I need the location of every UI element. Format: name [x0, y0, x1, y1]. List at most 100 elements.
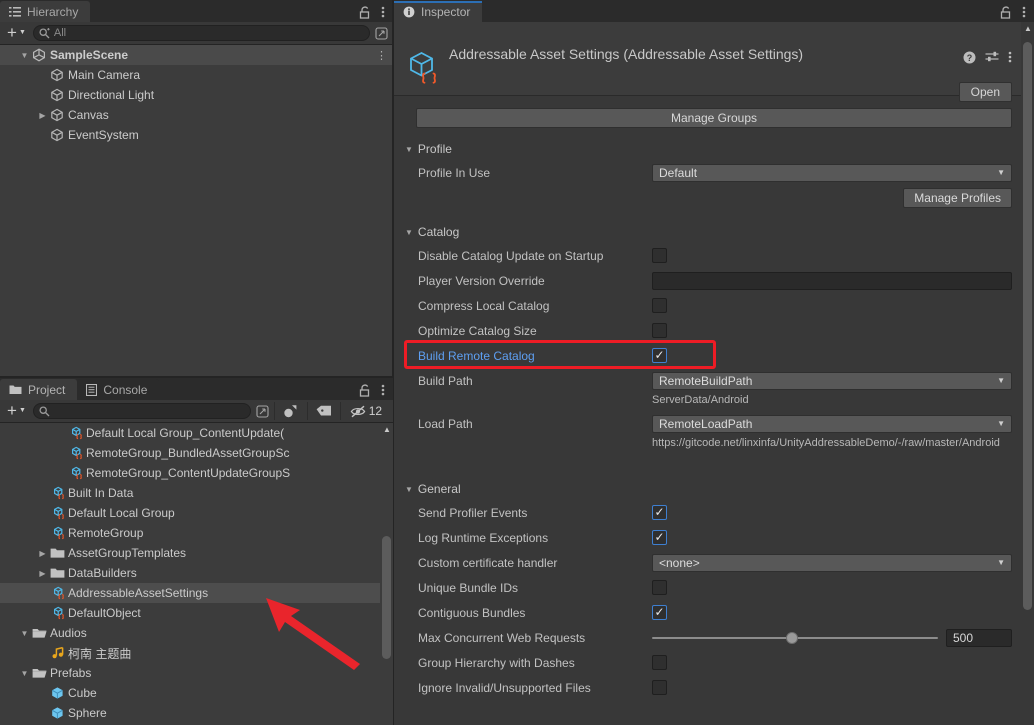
foldout-expanded-icon[interactable]: ▼	[405, 228, 413, 237]
filter-by-label-icon[interactable]	[311, 402, 337, 421]
build-path-dropdown[interactable]: RemoteBuildPath▼	[652, 372, 1012, 390]
project-item-default-local-group-contentupdate-[interactable]: Default Local Group_ContentUpdate(	[0, 423, 393, 443]
group-hierarchy-with-dashes-checkbox[interactable]	[652, 655, 667, 670]
unity-scene-icon	[31, 48, 47, 62]
build-remote-catalog-checkbox[interactable]	[652, 348, 667, 363]
load-path-dropdown[interactable]: RemoteLoadPath▼	[652, 415, 1012, 433]
help-icon[interactable]: ?	[963, 51, 976, 64]
foldout-expanded-icon[interactable]: ▼	[18, 629, 31, 638]
tab-project[interactable]: Project	[0, 379, 77, 400]
inspector-scrollbar[interactable]: ▲	[1021, 22, 1034, 725]
foldout-collapsed-icon[interactable]: ▶	[36, 569, 49, 578]
row-custom-certificate-handler: Custom certificate handler<none>▼	[394, 550, 1034, 575]
slider-handle[interactable]	[786, 632, 798, 644]
scroll-up-arrow-icon[interactable]: ▲	[1024, 24, 1032, 33]
lock-icon[interactable]	[359, 6, 371, 19]
hierarchy-item-main-camera[interactable]: Main Camera	[0, 65, 393, 85]
unique-bundle-ids-checkbox[interactable]	[652, 580, 667, 595]
project-scrollbar-thumb[interactable]	[382, 536, 391, 659]
project-scrollbar[interactable]: ▲	[380, 423, 393, 725]
project-item--[interactable]: 柯南 主题曲	[0, 643, 393, 663]
project-item-defaultobject[interactable]: DefaultObject	[0, 603, 393, 623]
row-control: Default▼	[652, 164, 1012, 182]
hierarchy-item-samplescene[interactable]: ▼SampleScene⋮	[0, 45, 393, 65]
custom-certificate-handler-dropdown[interactable]: <none>▼	[652, 554, 1012, 572]
hierarchy-item-canvas[interactable]: ▶Canvas	[0, 105, 393, 125]
hierarchy-item-eventsystem[interactable]: EventSystem	[0, 125, 393, 145]
max-concurrent-web-requests-slider[interactable]	[652, 629, 938, 647]
inspector-asset-title: Addressable Asset Settings (Addressable …	[449, 46, 803, 62]
project-item-label: Built In Data	[68, 486, 133, 500]
audio-clip-icon	[49, 646, 66, 660]
max-concurrent-web-requests-value-input[interactable]: 500	[946, 629, 1012, 647]
filter-by-type-icon[interactable]	[278, 402, 304, 421]
project-item-sphere[interactable]: Sphere	[0, 703, 393, 723]
kebab-menu-icon[interactable]	[1022, 5, 1026, 19]
kebab-menu-icon[interactable]	[381, 383, 385, 397]
row-manage-profiles: Manage Profiles	[394, 185, 1034, 211]
profile-in-use-dropdown[interactable]: Default▼	[652, 164, 1012, 182]
project-search-input[interactable]	[33, 403, 251, 419]
section-header-profile[interactable]: ▼Profile	[394, 138, 1034, 160]
project-tree: Default Local Group_ContentUpdate(Remote…	[0, 423, 393, 725]
preset-icon[interactable]	[985, 51, 999, 64]
field-label: Ignore Invalid/Unsupported Files	[394, 681, 639, 695]
send-profiler-events-checkbox[interactable]	[652, 505, 667, 520]
project-item-assetgrouptemplates[interactable]: ▶AssetGroupTemplates	[0, 543, 393, 563]
project-item-databuilders[interactable]: ▶DataBuilders	[0, 563, 393, 583]
section-header-general[interactable]: ▼General	[394, 478, 1034, 500]
lock-icon[interactable]	[1000, 6, 1012, 19]
project-item-remotegroup-contentupdategroups[interactable]: RemoteGroup_ContentUpdateGroupS	[0, 463, 393, 483]
manage-profiles-button[interactable]: Manage Profiles	[903, 188, 1012, 208]
foldout-expanded-icon[interactable]: ▼	[405, 485, 413, 494]
hierarchy-create-button[interactable]: + ▼	[3, 26, 30, 40]
inspector-scrollbar-thumb[interactable]	[1023, 42, 1032, 610]
scroll-up-arrow-icon[interactable]: ▲	[383, 425, 391, 434]
contiguous-bundles-checkbox[interactable]	[652, 605, 667, 620]
kebab-menu-icon[interactable]	[1008, 50, 1012, 64]
section-header-catalog[interactable]: ▼Catalog	[394, 221, 1034, 243]
project-item-prefabs[interactable]: ▼Prefabs	[0, 663, 393, 683]
lock-icon[interactable]	[359, 384, 371, 397]
project-item-built-in-data[interactable]: Built In Data	[0, 483, 393, 503]
disable-catalog-update-on-startup-checkbox[interactable]	[652, 248, 667, 263]
hierarchy-item-menu-icon[interactable]: ⋮	[376, 49, 387, 62]
foldout-collapsed-icon[interactable]: ▶	[36, 111, 49, 120]
project-item-cube[interactable]: Cube	[0, 683, 393, 703]
foldout-collapsed-icon[interactable]: ▶	[36, 549, 49, 558]
hierarchy-item-directional-light[interactable]: Directional Light	[0, 85, 393, 105]
foldout-expanded-icon[interactable]: ▼	[18, 669, 31, 678]
dropdown-value: <none>	[659, 556, 700, 570]
tab-console[interactable]: Console	[77, 379, 159, 400]
project-create-button[interactable]: + ▼	[3, 404, 30, 418]
optimize-catalog-size-checkbox[interactable]	[652, 323, 667, 338]
project-item-default-local-group[interactable]: Default Local Group	[0, 503, 393, 523]
row-control	[652, 248, 1012, 263]
project-item-remotegroup[interactable]: RemoteGroup	[0, 523, 393, 543]
hidden-items-toggle[interactable]: 12	[344, 402, 388, 421]
field-label: Load Path	[394, 417, 639, 431]
project-item-audios[interactable]: ▼Audios	[0, 623, 393, 643]
manage-groups-button[interactable]: Manage Groups	[416, 108, 1012, 128]
kebab-menu-icon[interactable]	[381, 5, 385, 19]
scriptable-object-icon	[67, 446, 84, 460]
foldout-expanded-icon[interactable]: ▼	[18, 51, 31, 60]
project-item-addressableassetsettings[interactable]: AddressableAssetSettings	[0, 583, 393, 603]
field-label: Disable Catalog Update on Startup	[394, 249, 639, 263]
ignore-invalid-unsupported-files-checkbox[interactable]	[652, 680, 667, 695]
foldout-expanded-icon[interactable]: ▼	[405, 145, 413, 154]
project-search-picker-icon[interactable]	[254, 403, 271, 419]
row-control	[652, 530, 1012, 545]
hierarchy-search-picker-icon[interactable]	[373, 25, 390, 41]
tab-inspector[interactable]: Inspector	[394, 1, 482, 22]
log-runtime-exceptions-checkbox[interactable]	[652, 530, 667, 545]
row-player-version-override: Player Version Override	[394, 268, 1034, 293]
toolbar-separator	[307, 402, 308, 420]
project-item-remotegroup-bundledassetgroupsc[interactable]: RemoteGroup_BundledAssetGroupSc	[0, 443, 393, 463]
field-label: Max Concurrent Web Requests	[394, 631, 639, 645]
player-version-override-input[interactable]	[652, 272, 1012, 290]
field-label: Send Profiler Events	[394, 506, 639, 520]
tab-hierarchy[interactable]: Hierarchy	[0, 1, 90, 22]
compress-local-catalog-checkbox[interactable]	[652, 298, 667, 313]
hierarchy-search-input[interactable]: All	[33, 25, 370, 41]
